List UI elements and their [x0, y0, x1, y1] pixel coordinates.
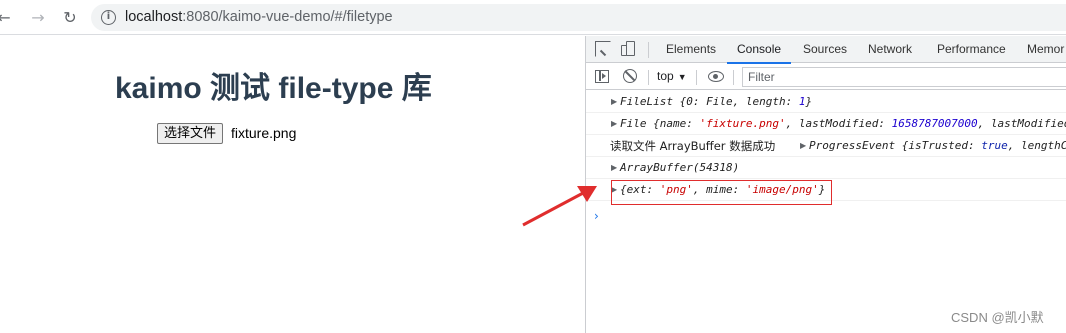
tab-console[interactable]: Console [726, 36, 792, 64]
info-icon[interactable]: i [101, 10, 116, 25]
annotation-highlight-box [611, 180, 832, 205]
expand-triangle-icon[interactable]: ▶ [611, 113, 617, 134]
url-host: localhost [125, 9, 183, 25]
message-text: FileList {0: File, length: 1} [620, 95, 813, 108]
tab-memory[interactable]: Memor [1027, 36, 1064, 63]
page-content: kaimo 测试 file-type 库 选择文件 fixture.png [0, 36, 585, 333]
devtools-tab-bar: Elements Console Sources Network Perform… [586, 36, 1066, 64]
message-text: ProgressEvent {isTrusted: true, lengthC [809, 139, 1066, 152]
console-output: ▶ FileList {0: File, length: 1} ▶ File {… [586, 91, 1066, 333]
dropdown-arrow-icon: ▼ [677, 72, 687, 82]
message-prefix: 读取文件 ArrayBuffer 数据成功 [610, 139, 776, 153]
forward-arrow-icon[interactable]: → [28, 8, 48, 28]
expand-triangle-icon[interactable]: ▶ [611, 91, 617, 112]
context-value: top [657, 69, 674, 83]
watermark: CSDN @凯小默 [951, 310, 1044, 325]
tab-network[interactable]: Network [868, 36, 912, 63]
toolbar-separator [648, 70, 649, 85]
screenshot-root: ← → ↻ i localhost:8080/kaimo-vue-demo/#/… [0, 0, 1066, 333]
toolbar-separator [733, 70, 734, 85]
inspect-element-icon[interactable] [595, 41, 611, 57]
back-arrow-icon[interactable]: ← [0, 8, 14, 28]
show-sidebar-icon[interactable] [595, 70, 609, 83]
console-toolbar: top ▼ [586, 64, 1066, 90]
address-bar[interactable]: i localhost:8080/kaimo-vue-demo/#/filety… [91, 4, 1066, 31]
tab-performance[interactable]: Performance [937, 36, 1006, 63]
selected-file-name: fixture.png [231, 125, 297, 141]
browser-toolbar: ← → ↻ i localhost:8080/kaimo-vue-demo/#/… [0, 0, 1066, 35]
console-message[interactable]: ▶ File {name: 'fixture.png', lastModifie… [586, 113, 1066, 135]
clear-console-icon[interactable] [623, 69, 637, 83]
console-message[interactable]: ▶ ArrayBuffer(54318) [586, 157, 1066, 179]
choose-file-button[interactable]: 选择文件 [157, 123, 224, 144]
page-title: kaimo 测试 file-type 库 [115, 72, 432, 105]
url-path: :8080/kaimo-vue-demo/#/filetype [182, 9, 393, 25]
annotation-arrow-icon [522, 186, 597, 227]
message-text: ArrayBuffer(54318) [620, 161, 740, 174]
device-toolbar-icon[interactable] [621, 41, 637, 57]
message-text: File {name: 'fixture.png', lastModified:… [620, 117, 1066, 130]
url-text[interactable]: localhost:8080/kaimo-vue-demo/#/filetype [125, 9, 393, 25]
tab-separator [648, 42, 649, 58]
live-expression-eye-icon[interactable] [708, 71, 724, 82]
expand-triangle-icon[interactable]: ▶ [611, 157, 617, 178]
context-selector[interactable]: top ▼ [657, 69, 687, 83]
console-filter-input[interactable] [742, 67, 1066, 87]
toolbar-separator [696, 70, 697, 85]
console-message[interactable]: ▶ FileList {0: File, length: 1} [586, 91, 1066, 113]
expand-triangle-icon[interactable]: ▶ [800, 135, 806, 156]
tab-sources[interactable]: Sources [803, 36, 847, 63]
tab-elements[interactable]: Elements [666, 36, 716, 63]
reload-icon[interactable]: ↻ [60, 8, 80, 28]
console-message[interactable]: 读取文件 ArrayBuffer 数据成功 ▶ ProgressEvent {i… [586, 135, 1066, 157]
